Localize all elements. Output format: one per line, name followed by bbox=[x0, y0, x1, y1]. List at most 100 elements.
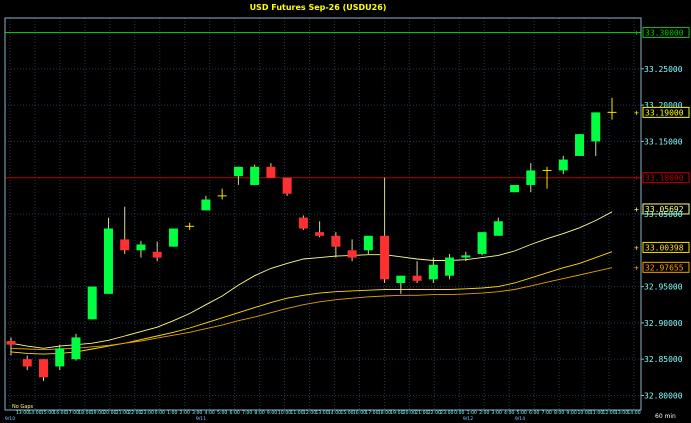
time-label: 3:00 bbox=[492, 410, 502, 416]
time-label: 12:00 bbox=[602, 410, 615, 416]
time-label: 17:00 bbox=[365, 410, 378, 416]
time-label: 14:00 bbox=[627, 410, 640, 416]
price-marker: + bbox=[634, 205, 639, 214]
candle bbox=[510, 184, 520, 193]
candle bbox=[282, 177, 292, 196]
time-label: 7:00 bbox=[541, 410, 551, 416]
time-label: 11:00 bbox=[290, 410, 303, 416]
candle-body bbox=[298, 217, 308, 229]
time-label: 4:00 bbox=[504, 410, 514, 416]
time-label: 23:00 bbox=[440, 410, 453, 416]
time-label: 1:00 bbox=[467, 410, 477, 416]
candle-body bbox=[103, 228, 113, 294]
time-label: 2:00 bbox=[180, 410, 190, 416]
candle-body bbox=[445, 257, 455, 276]
candle bbox=[250, 164, 260, 185]
candle-body bbox=[558, 159, 568, 171]
time-label: 6:00 bbox=[229, 410, 239, 416]
candle bbox=[168, 228, 178, 247]
time-label: 0:00 bbox=[454, 410, 464, 416]
time-label: 17:00 bbox=[66, 410, 79, 416]
time-label: 8:00 bbox=[254, 410, 264, 416]
chart-title: USD Futures Sep-26 (USDU26) bbox=[250, 3, 387, 12]
time-label: 13:00 bbox=[615, 410, 628, 416]
candle-body bbox=[87, 286, 97, 320]
time-label: 9:00 bbox=[566, 410, 576, 416]
price-label: 33.00398 bbox=[645, 243, 684, 252]
time-label: 9/10 bbox=[5, 416, 15, 422]
time-label: 10:00 bbox=[577, 410, 590, 416]
time-label: 2:00 bbox=[479, 410, 489, 416]
time-label: 23:00 bbox=[141, 410, 154, 416]
time-label: 18:00 bbox=[378, 410, 391, 416]
price-label: 32.80000 bbox=[644, 391, 683, 400]
time-label: 3:00 bbox=[192, 410, 202, 416]
price-tick: 32.95000 bbox=[641, 283, 683, 292]
candle-body bbox=[152, 251, 162, 258]
price-tick: 32.80000 bbox=[641, 391, 683, 400]
candle-body bbox=[233, 166, 243, 177]
price-marker: + bbox=[634, 108, 639, 117]
time-label: 16:00 bbox=[353, 410, 366, 416]
candle-body bbox=[22, 359, 32, 367]
candle-body bbox=[120, 239, 130, 251]
candle-body bbox=[477, 232, 487, 254]
time-label: 8:00 bbox=[554, 410, 564, 416]
candle-body bbox=[461, 255, 471, 258]
time-label: 20:00 bbox=[103, 410, 116, 416]
candle-body bbox=[55, 348, 65, 367]
time-label: 22:00 bbox=[428, 410, 441, 416]
price-label: 33.15000 bbox=[644, 137, 683, 146]
candle-body bbox=[380, 235, 390, 280]
timeframe-label: 60 min bbox=[655, 413, 676, 420]
time-label: 7:00 bbox=[242, 410, 252, 416]
candle-body bbox=[412, 275, 422, 281]
price-label: 33.10000 bbox=[645, 174, 684, 183]
candle-body bbox=[331, 235, 341, 247]
candle bbox=[103, 217, 113, 294]
candle-body bbox=[493, 221, 503, 236]
date-marker: 9/14 bbox=[515, 416, 525, 422]
candle bbox=[71, 333, 81, 361]
candle-body bbox=[168, 228, 178, 247]
candle-body bbox=[315, 232, 325, 236]
candle-body bbox=[363, 235, 373, 251]
candle bbox=[575, 134, 585, 156]
time-label: 14:00 bbox=[328, 410, 341, 416]
time-label: 9:00 bbox=[267, 410, 277, 416]
time-label: 4:00 bbox=[205, 410, 215, 416]
time-label: 1:00 bbox=[167, 410, 177, 416]
price-tick: 32.90000 bbox=[641, 319, 683, 328]
time-label: 20:00 bbox=[403, 410, 416, 416]
price-label: 33.30000 bbox=[645, 29, 684, 38]
time-label: 15:00 bbox=[340, 410, 353, 416]
candle-body bbox=[428, 264, 438, 280]
price-label: 33.19000 bbox=[645, 108, 684, 117]
price-tick: 33.05000 bbox=[641, 210, 683, 219]
price-label: 32.95000 bbox=[644, 283, 683, 292]
time-label: 21:00 bbox=[116, 410, 129, 416]
time-label: 11:00 bbox=[590, 410, 603, 416]
date-marker: 9/11 bbox=[196, 416, 206, 422]
candle bbox=[55, 344, 65, 371]
price-label: 33.25000 bbox=[644, 65, 683, 74]
price-tick: 32.85000 bbox=[641, 355, 683, 364]
candle-body bbox=[591, 112, 601, 142]
candle-body bbox=[250, 166, 260, 185]
candle-body bbox=[396, 275, 406, 283]
candlestick-chart: 33.30000+33.2500033.2000033.19000+33.150… bbox=[0, 0, 691, 423]
time-label: 10:00 bbox=[278, 410, 291, 416]
candle bbox=[445, 253, 455, 280]
time-label: 14:00 bbox=[28, 410, 41, 416]
time-label: 15:00 bbox=[41, 410, 54, 416]
time-label: 13:00 bbox=[16, 410, 29, 416]
price-marker: + bbox=[634, 174, 639, 183]
candle-body bbox=[510, 184, 520, 193]
time-label: 5:00 bbox=[517, 410, 527, 416]
candle-body bbox=[201, 199, 211, 211]
date-marker: 9/12 bbox=[463, 416, 473, 422]
time-label: 19:00 bbox=[91, 410, 104, 416]
price-marker: + bbox=[634, 29, 639, 38]
price-tick: 33.25000 bbox=[641, 65, 683, 74]
time-label: 5:00 bbox=[217, 410, 227, 416]
